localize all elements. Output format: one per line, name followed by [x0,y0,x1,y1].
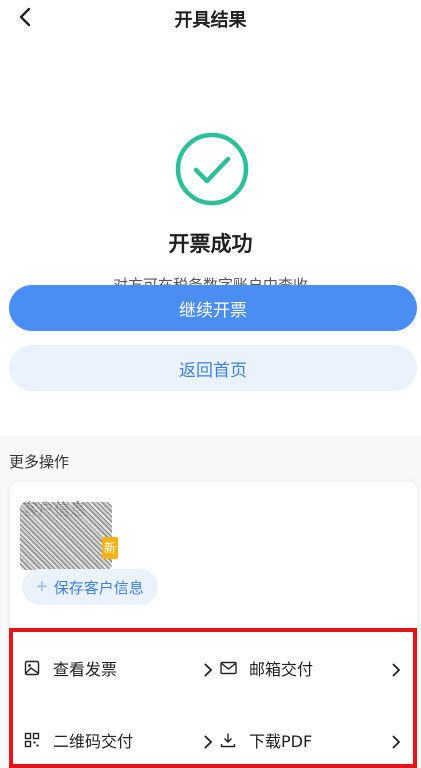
qrcode-icon [23,731,41,749]
more-actions-title: 更多操作 [9,453,70,471]
action-qrcode-delivery[interactable]: 二维码交付 [23,728,133,752]
action-download-pdf[interactable]: 下载PDF [219,728,312,752]
chevron-right-icon [204,735,213,749]
actions-highlight-box: 查看发票 邮箱交付 二维码交付 下载PDF [9,628,417,768]
action-email-delivery[interactable]: 邮箱交付 [219,656,313,680]
back-home-button[interactable]: 返回首页 [9,345,417,391]
result-title: 开票成功 [168,232,253,256]
top-bar: 开具结果 [0,0,421,36]
chevron-right-icon [204,663,213,677]
image-icon [23,659,41,677]
mail-icon [219,659,237,677]
new-badge: 新 [102,537,118,559]
plus-icon: + [36,576,48,598]
save-customer-button[interactable]: + 保存客户信息 [22,569,158,605]
action-view-invoice[interactable]: 查看发票 [23,656,117,680]
success-check-icon [175,132,249,206]
page-title: 开具结果 [174,10,247,31]
action-label: 下载PDF [249,732,313,751]
continue-invoice-button[interactable]: 继续开票 [9,285,417,331]
chevron-right-icon [392,735,401,749]
save-customer-label: 保存客户信息 [53,579,144,597]
download-icon [219,731,237,749]
redacted-area [20,502,112,570]
action-label: 二维码交付 [53,732,134,751]
action-label: 邮箱交付 [249,660,314,679]
action-label: 查看发票 [53,660,118,679]
chevron-right-icon [392,663,401,677]
